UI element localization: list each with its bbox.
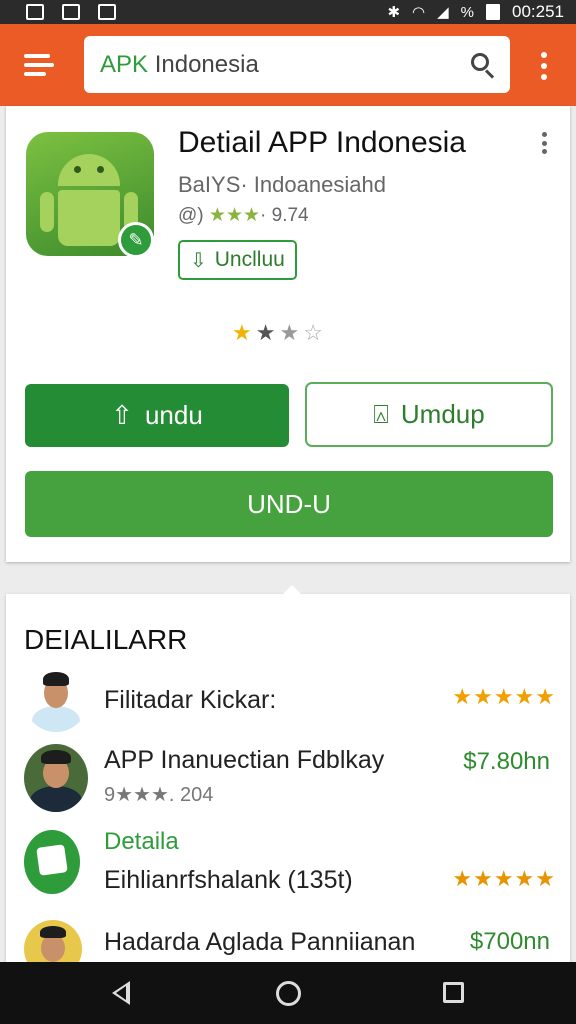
bell-icon: ⍓ bbox=[373, 398, 389, 429]
avatar bbox=[24, 744, 88, 812]
wifi-icon: ◠ bbox=[412, 4, 426, 21]
item-stars: ★★★★★ bbox=[452, 684, 556, 709]
app-more-icon[interactable] bbox=[542, 132, 548, 154]
battery-icon bbox=[486, 4, 500, 20]
list-item[interactable]: Hadarda Aglada Panniianan $700nn bbox=[6, 914, 570, 978]
signal-label: % bbox=[460, 3, 474, 21]
install-chip-button[interactable]: ⇩ Unclluu bbox=[178, 240, 297, 280]
notification-icons bbox=[26, 4, 116, 20]
item-title: Filitadar Kickar: bbox=[104, 686, 277, 714]
notification-shield-icon bbox=[98, 4, 116, 20]
list-item[interactable]: Detaila Eihlianrfshalank (135t) ★★★★★ bbox=[6, 826, 570, 906]
item-title: APP Inanuectian Fdblkay bbox=[104, 746, 385, 774]
status-bar: ✱ ◠ ◢ % 00:251 bbox=[0, 0, 576, 24]
app-meta: @) ★★★· 9.74 bbox=[178, 205, 309, 226]
download-icon: ⇩ bbox=[190, 249, 207, 272]
bluetooth-icon: ✱ bbox=[387, 4, 401, 21]
avatar bbox=[24, 668, 88, 732]
system-icons: ✱ ◠ ◢ % 00:251 bbox=[387, 2, 564, 22]
home-icon[interactable] bbox=[276, 981, 301, 1006]
app-title: Detiail APP Indonesia bbox=[178, 126, 466, 159]
search-icon[interactable] bbox=[470, 52, 496, 79]
verified-badge-icon: ✎ bbox=[118, 222, 154, 258]
item-title: Hadarda Aglada Panniianan bbox=[104, 928, 416, 956]
rating-stars[interactable]: ★★★☆ bbox=[232, 320, 327, 346]
menu-icon[interactable] bbox=[24, 52, 54, 78]
upload-icon: ⇧ bbox=[111, 400, 133, 430]
search-text: APK Indonesia bbox=[100, 50, 259, 78]
item-subtitle: 9★★★. 204 bbox=[104, 784, 214, 806]
overflow-menu-icon[interactable] bbox=[540, 52, 548, 80]
chat-app-icon bbox=[24, 830, 80, 894]
app-developer: BaIYS· Indoanesiahd bbox=[178, 172, 386, 197]
notification-doc-icon bbox=[62, 4, 80, 20]
navigation-bar bbox=[0, 962, 576, 1024]
item-title: Eihlianrfshalank (135t) bbox=[104, 866, 353, 894]
item-label: Detaila bbox=[104, 828, 179, 855]
download-button[interactable]: ⇧ undu bbox=[25, 384, 289, 447]
notification-image-icon bbox=[26, 4, 44, 20]
recent-apps-icon[interactable] bbox=[443, 982, 464, 1003]
item-price: $7.80hn bbox=[463, 748, 550, 775]
section-title: DEIALILARR bbox=[24, 624, 188, 655]
item-stars: ★★★★★ bbox=[452, 866, 556, 891]
app-detail-card: ✎ Detiail APP Indonesia BaIYS· Indoanesi… bbox=[6, 106, 570, 562]
back-icon[interactable] bbox=[112, 981, 130, 1005]
list-item[interactable]: Filitadar Kickar: ★★★★★ bbox=[6, 664, 570, 734]
app-bar: APK Indonesia bbox=[0, 24, 576, 106]
install-button[interactable]: UND-U bbox=[25, 471, 553, 537]
update-button[interactable]: ⍓ Umdup bbox=[305, 382, 553, 447]
clock: 00:251 bbox=[512, 2, 564, 21]
search-input[interactable]: APK Indonesia bbox=[84, 36, 510, 93]
signal-icon: ◢ bbox=[437, 4, 449, 21]
details-card: DEIALILARR Filitadar Kickar: ★★★★★ APP I… bbox=[6, 585, 570, 978]
list-item[interactable]: APP Inanuectian Fdblkay 9★★★. 204 $7.80h… bbox=[6, 740, 570, 816]
item-price: $700nn bbox=[469, 928, 550, 955]
